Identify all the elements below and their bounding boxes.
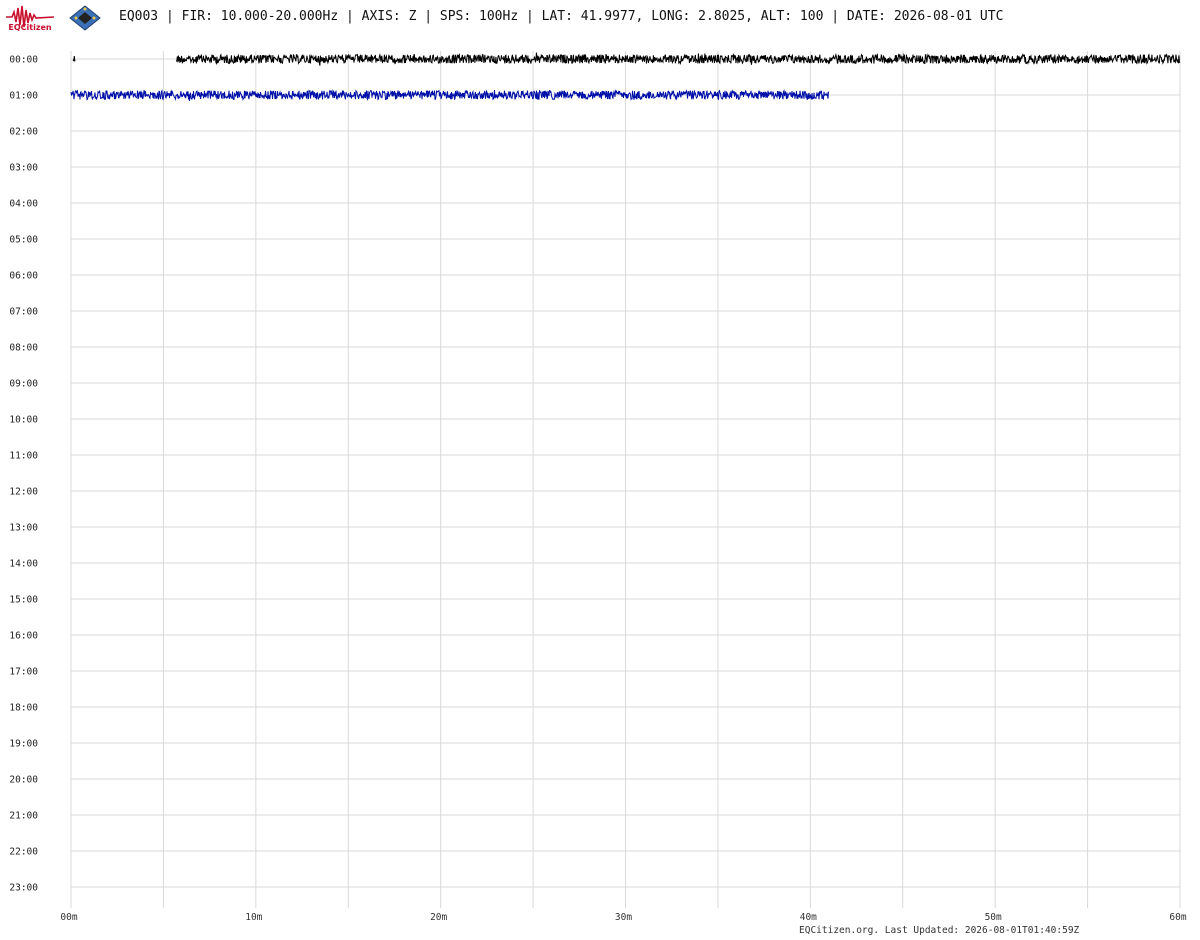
y-tick-label: 05:00 [9, 235, 38, 246]
grid [70, 51, 1181, 908]
y-tick-label: 17:00 [9, 667, 38, 678]
y-tick-label: 06:00 [9, 271, 38, 282]
y-tick-label: 08:00 [9, 343, 38, 354]
y-tick-label: 22:00 [9, 847, 38, 858]
y-tick-label: 13:00 [9, 523, 38, 534]
footer-text: EQCitizen.org. Last Updated: 2026-08-01T… [799, 925, 1080, 936]
y-tick-label: 21:00 [9, 811, 38, 822]
y-tick-label: 18:00 [9, 703, 38, 714]
trace-0000 [175, 52, 1181, 66]
y-tick-label: 15:00 [9, 595, 38, 606]
y-tick-label: 04:00 [9, 199, 38, 210]
y-tick-label: 16:00 [9, 631, 38, 642]
y-tick-label: 09:00 [9, 379, 38, 390]
y-axis-labels: 00:00 01:00 02:00 03:00 04:00 05:00 06:00 07:00… [9, 55, 38, 894]
y-tick-label: 14:00 [9, 559, 38, 570]
x-tick-label: 00m [60, 912, 77, 923]
x-tick-label: 20m [430, 912, 447, 923]
y-tick-label: 10:00 [9, 415, 38, 426]
y-tick-label: 20:00 [9, 775, 38, 786]
y-tick-label: 03:00 [9, 163, 38, 174]
x-tick-label: 10m [245, 912, 262, 923]
y-tick-label: 23:00 [9, 883, 38, 894]
x-tick-label: 60m [1169, 912, 1186, 923]
x-tick-label: 50m [985, 912, 1002, 923]
y-tick-label: 11:00 [9, 451, 38, 462]
x-tick-label: 30m [615, 912, 632, 923]
y-tick-label: 07:00 [9, 307, 38, 318]
x-axis-labels: 00m 10m 20m 30m 40m 50m 60m [60, 912, 1186, 923]
y-tick-label: 19:00 [9, 739, 38, 750]
y-tick-label: 00:00 [9, 55, 38, 66]
y-tick-label: 12:00 [9, 487, 38, 498]
seismogram-plot: 00:00 01:00 02:00 03:00 04:00 05:00 06:00 07:00… [9, 51, 1187, 923]
y-tick-label: 01:00 [9, 91, 38, 102]
y-tick-label: 02:00 [9, 127, 38, 138]
x-tick-label: 40m [800, 912, 817, 923]
